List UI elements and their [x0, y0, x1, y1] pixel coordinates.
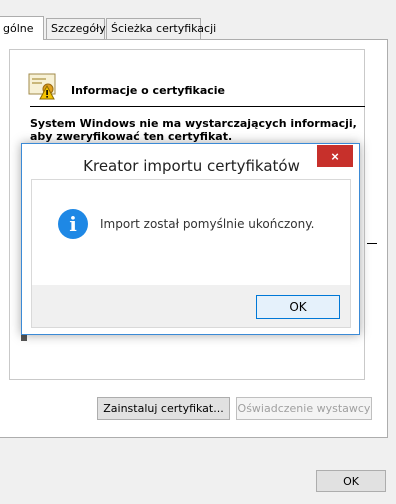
dialog-content: i Import został pomyślnie ukończony. [32, 180, 350, 285]
info-message-line-2: aby zweryfikować ten certyfikat. [30, 130, 233, 143]
close-icon[interactable]: × [317, 145, 353, 167]
dialog-message: Import został pomyślnie ukończony. [100, 217, 315, 231]
dialog-ok-button[interactable]: OK [256, 295, 340, 319]
info-message-line-1: System Windows nie ma wystarczających in… [30, 117, 357, 130]
dialog-body: i Import został pomyślnie ukończony. OK [31, 179, 351, 328]
certificate-warning-icon [28, 73, 56, 100]
install-certificate-button[interactable]: Zainstaluj certyfikat... [97, 397, 230, 420]
info-heading: Informacje o certyfikacie [71, 84, 226, 97]
info-message: System Windows nie ma wystarczających in… [30, 117, 360, 143]
ok-button[interactable]: OK [316, 470, 386, 492]
tab-details[interactable]: Szczegóły [46, 18, 106, 40]
info-divider [30, 106, 365, 107]
hidden-divider [367, 243, 377, 244]
tab-general[interactable]: gólne [0, 16, 44, 40]
issuer-statement-button[interactable]: Oświadczenie wystawcy [236, 397, 372, 420]
dialog-title: Kreator importu certyfikatów [83, 157, 300, 175]
info-icon: i [58, 209, 88, 239]
tab-certification-path[interactable]: Ścieżka certyfikacji [106, 18, 216, 40]
import-wizard-dialog: Kreator importu certyfikatów × i Import … [21, 143, 360, 335]
